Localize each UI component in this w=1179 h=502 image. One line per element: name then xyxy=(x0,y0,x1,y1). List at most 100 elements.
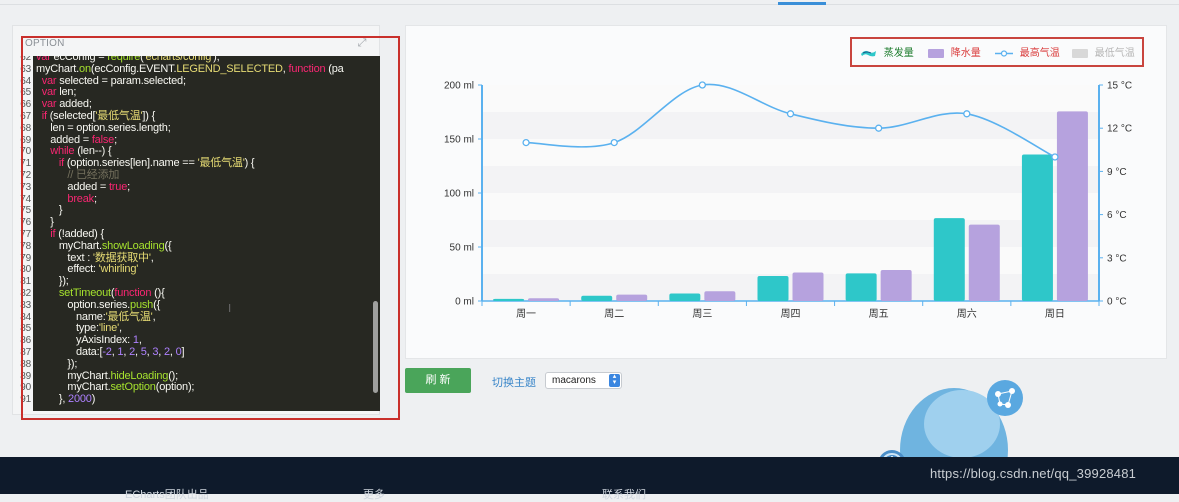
legend-evaporation-icon xyxy=(860,48,877,58)
bar-precipitation xyxy=(880,270,912,301)
select-arrows-icon: ▴ ▾ xyxy=(609,373,620,387)
y-right-tick-label: 15 °C xyxy=(1107,81,1132,92)
code-line: 91 }, 2000) xyxy=(13,393,380,406)
y-right-tick-label: 6 °C xyxy=(1107,210,1127,221)
y-left-tick-label: 200 ml xyxy=(444,81,474,92)
point-max-temp xyxy=(1051,153,1059,161)
x-tick-label: 周二 xyxy=(604,308,624,320)
line-number: 70 xyxy=(20,146,31,158)
legend-item-evaporation[interactable]: 蒸发量 xyxy=(860,47,914,61)
line-number: 90 xyxy=(20,382,31,394)
expand-icon[interactable]: ⤢ xyxy=(355,36,369,50)
theme-select-value: macarons xyxy=(552,375,596,386)
line-number: 79 xyxy=(20,252,31,264)
code-line: 74 break; xyxy=(13,193,380,206)
line-number: 76 xyxy=(20,217,31,229)
point-max-temp xyxy=(874,124,883,132)
line-number: 71 xyxy=(20,158,31,170)
y-right-tick-label: 12 °C xyxy=(1107,124,1132,135)
x-tick-label: 周日 xyxy=(1045,308,1065,320)
line-number: 75 xyxy=(20,205,31,217)
top-divider xyxy=(0,4,1179,5)
line-number: 73 xyxy=(20,181,31,193)
grid-band xyxy=(482,274,1099,301)
bar-evaporation xyxy=(757,275,789,301)
line-number: 77 xyxy=(20,229,31,240)
x-tick-label: 周六 xyxy=(957,308,977,320)
line-number: 72 xyxy=(20,170,31,181)
grid-band xyxy=(482,247,1099,274)
line-number: 63 xyxy=(20,63,31,75)
point-max-temp xyxy=(698,81,707,89)
theme-select[interactable]: macarons ▴ ▾ xyxy=(545,372,622,389)
chart-canvas: 0 ml 50 ml 100 ml 150 ml 200 ml 0 °C 3 °C 6 °C 9… xyxy=(444,81,1132,321)
y-left-tick-label: 0 ml xyxy=(455,297,474,308)
legend-min-temp-label: 最低气温 xyxy=(1094,48,1135,59)
x-tick-label: 周五 xyxy=(869,308,889,320)
bar-evaporation xyxy=(1021,154,1053,301)
line-number: 62 xyxy=(20,56,31,63)
line-number: 67 xyxy=(20,111,31,122)
chart-panel: 0 ml 50 ml 100 ml 150 ml 200 ml 0 °C 3 °C 6 °C 9… xyxy=(405,25,1167,359)
grid-band xyxy=(482,220,1099,247)
line-number: 84 xyxy=(20,311,31,323)
legend-precipitation-swatch xyxy=(928,48,944,58)
line-number: 88 xyxy=(20,358,31,370)
x-tick-label: 周一 xyxy=(516,308,536,320)
bar-precipitation xyxy=(616,294,648,301)
grid-band xyxy=(482,193,1099,220)
line-number: 86 xyxy=(20,335,31,347)
code-editor[interactable]: Ⅰ 62 var ecConfig = require('echarts/conf… xyxy=(13,56,380,411)
line-number: 81 xyxy=(20,276,31,288)
footer-more-link[interactable]: 更多 xyxy=(363,486,385,502)
bar-evaporation xyxy=(845,273,877,301)
point-max-temp xyxy=(522,138,530,147)
y-left-tick-label: 150 ml xyxy=(444,135,474,146)
legend-item-precipitation[interactable]: 降水量 xyxy=(928,47,981,61)
line-number: 66 xyxy=(20,99,31,111)
line-number: 78 xyxy=(20,240,31,252)
line-number: 74 xyxy=(20,193,31,205)
footer-team-link[interactable]: ECharts团队出品 xyxy=(125,486,209,502)
grid-band xyxy=(482,85,1099,112)
legend-evaporation-label: 蒸发量 xyxy=(883,48,914,59)
legend-item-min-temp[interactable]: 最低气温 xyxy=(1072,47,1135,61)
y-right-tick-label: 0 °C xyxy=(1107,297,1127,308)
line-number: 69 xyxy=(20,134,31,146)
y-left-tick-label: 100 ml xyxy=(444,189,474,200)
x-tick-label: 周四 xyxy=(781,308,801,320)
grid-band xyxy=(482,166,1099,193)
legend-precipitation-label: 降水量 xyxy=(950,48,981,59)
bar-precipitation xyxy=(792,272,824,301)
grid-band xyxy=(482,139,1099,166)
bar-evaporation xyxy=(669,293,701,301)
legend-max-temp-label: 最高气温 xyxy=(1019,48,1060,59)
chart-legend: 蒸发量 降水量 最高气温 最低气温 xyxy=(850,37,1144,67)
editor-label: OPTION xyxy=(25,38,65,49)
bar-evaporation xyxy=(581,295,613,301)
refresh-button[interactable]: 刷 新 xyxy=(405,368,471,393)
bar-evaporation xyxy=(493,298,525,301)
code-text: }, 2000) xyxy=(36,393,96,406)
bar-precipitation xyxy=(704,291,736,301)
footer-contact-link[interactable]: 联系我们 xyxy=(602,486,646,502)
theme-switch-label: 切换主题 xyxy=(492,377,536,389)
bar-precipitation xyxy=(1056,111,1088,302)
line-number: 87 xyxy=(20,347,31,358)
point-max-temp xyxy=(963,110,971,118)
csdn-watermark: https://blog.csdn.net/qq_39928481 xyxy=(930,466,1137,481)
bar-evaporation xyxy=(933,218,965,301)
y-right-tick-label: 9 °C xyxy=(1107,167,1127,178)
line-number: 89 xyxy=(20,370,31,382)
line-number: 64 xyxy=(20,75,31,87)
line-number: 85 xyxy=(20,323,31,335)
line-number: 83 xyxy=(20,299,31,311)
legend-min-temp-swatch xyxy=(1072,48,1088,58)
bar-precipitation xyxy=(528,298,560,301)
line-number: 91 xyxy=(20,394,31,406)
legend-max-temp-line-icon xyxy=(995,49,1013,58)
legend-item-max-temp[interactable]: 最高气温 xyxy=(995,47,1060,61)
line-number: 68 xyxy=(20,122,31,134)
bar-precipitation xyxy=(968,224,1000,301)
code-line: 75 } xyxy=(13,204,380,217)
